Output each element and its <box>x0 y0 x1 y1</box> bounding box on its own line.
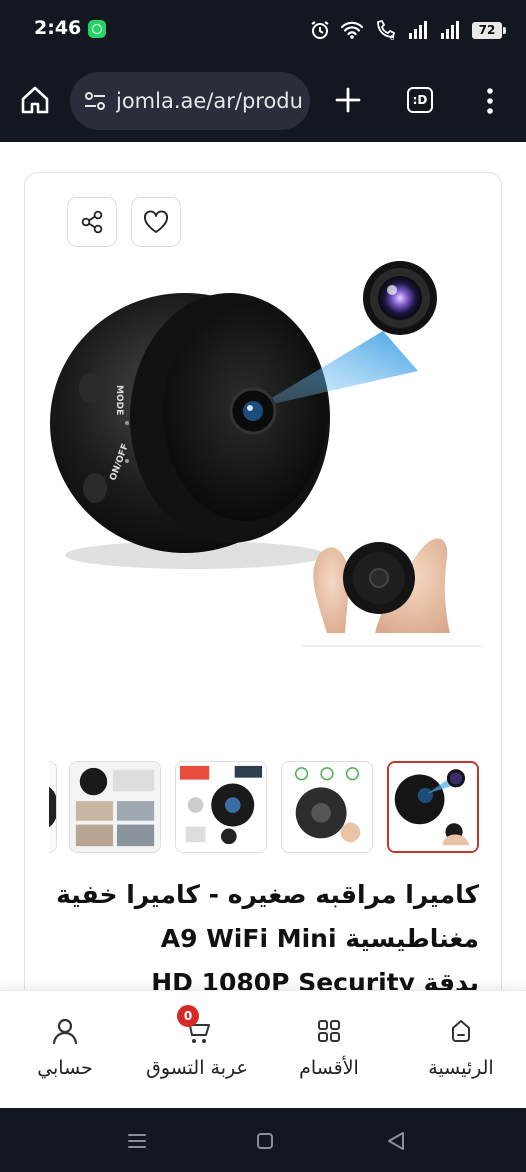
tabs-icon[interactable]: :D <box>407 87 433 113</box>
recent-apps-icon[interactable] <box>122 1126 152 1156</box>
signal-icon <box>441 21 459 39</box>
user-icon <box>52 1018 78 1045</box>
nav-item-account[interactable]: حسابي <box>0 991 130 1109</box>
address-bar[interactable]: jomla.ae/ar/produ <box>70 72 310 130</box>
product-title-line: مغناطيسية A9 WiFi Mini <box>160 924 479 953</box>
site-settings-icon[interactable] <box>83 89 107 113</box>
bottom-navigation: الرئيسية الأقسام 0 عربة التسوق حسابي <box>0 990 526 1109</box>
product-thumbnail-active[interactable] <box>387 761 479 853</box>
favorite-button[interactable] <box>131 197 181 247</box>
product-card: MODE ON/OFF كاميرا مراقبه صغيره - كاميرا… <box>24 172 502 1072</box>
system-navigation-bar <box>0 1108 526 1172</box>
nav-item-categories[interactable]: الأقسام <box>264 991 394 1109</box>
product-main-image[interactable]: MODE ON/OFF <box>45 253 485 683</box>
whatsapp-icon <box>88 20 106 38</box>
wifi-icon <box>340 21 364 39</box>
cart-count-badge: 0 <box>177 1005 199 1027</box>
svg-text:8: 8 <box>390 34 394 41</box>
product-thumbnail[interactable] <box>175 761 267 853</box>
product-thumbnail[interactable] <box>281 761 373 853</box>
back-triangle-icon[interactable] <box>381 1126 411 1156</box>
browser-toolbar: jomla.ae/ar/produ :D <box>0 60 526 142</box>
mode-label: MODE <box>114 385 124 415</box>
home-icon <box>452 1020 470 1042</box>
nav-label: حسابي <box>37 1057 93 1079</box>
product-thumbnail[interactable] <box>49 761 57 853</box>
status-icons: 8 72 <box>310 16 506 44</box>
signal-icon <box>409 21 427 39</box>
heart-icon <box>144 210 168 233</box>
url-text: jomla.ae/ar/produ <box>116 89 303 113</box>
nav-label: عربة التسوق <box>146 1057 248 1079</box>
alarm-icon <box>311 21 329 39</box>
product-title-line: كاميرا مراقبه صغيره - كاميرا خفية <box>56 880 479 909</box>
nav-item-home[interactable]: الرئيسية <box>396 991 526 1109</box>
share-icon <box>81 210 103 234</box>
menu-dots-icon[interactable] <box>480 86 500 116</box>
new-tab-plus-icon[interactable] <box>332 84 364 116</box>
status-bar: 2:46 8 72 <box>0 0 526 60</box>
home-circle-icon[interactable] <box>250 1126 280 1156</box>
nav-label: الرئيسية <box>428 1057 494 1079</box>
product-thumbnail[interactable] <box>69 761 161 853</box>
share-button[interactable] <box>67 197 117 247</box>
nav-label: الأقسام <box>299 1057 359 1079</box>
battery-icon: 72 <box>472 21 506 39</box>
status-time: 2:46 <box>34 17 82 39</box>
nav-item-cart[interactable]: 0 عربة التسوق <box>132 991 262 1109</box>
categories-grid-icon <box>318 1020 340 1042</box>
home-icon[interactable] <box>19 84 51 116</box>
thumbnail-strip <box>49 761 481 855</box>
wifi-call-icon: 8 <box>377 19 396 41</box>
